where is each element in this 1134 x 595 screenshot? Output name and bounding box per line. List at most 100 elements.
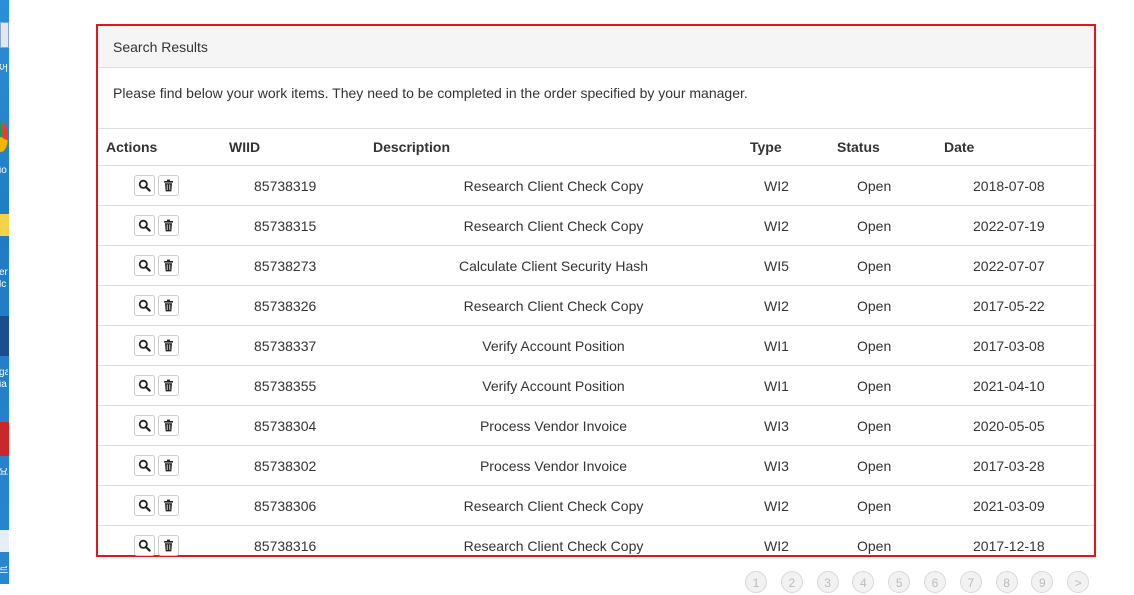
- delete-button[interactable]: [158, 455, 179, 476]
- desktop-icon[interactable]: [0, 316, 9, 360]
- pagination-page-button[interactable]: 6: [924, 571, 946, 593]
- table-row: 85738315 Research Client Check Copy WI2 Ope…: [98, 205, 1094, 246]
- view-button[interactable]: [134, 335, 155, 356]
- cell-description: Process Vendor Invoice: [365, 445, 742, 486]
- view-button[interactable]: [134, 455, 155, 476]
- cell-type: WI3: [742, 445, 829, 486]
- pagination-page-button[interactable]: 8: [995, 571, 1018, 593]
- cell-description: Verify Account Position: [365, 325, 742, 366]
- cell-wiid: 85738315: [221, 205, 365, 246]
- cell-description: Process Vendor Invoice: [365, 405, 742, 446]
- table-row: 85738273 Calculate Client Security Hash WI…: [98, 245, 1094, 286]
- view-button[interactable]: [134, 175, 155, 196]
- cell-status: Open: [829, 445, 936, 486]
- row-actions: [98, 165, 221, 206]
- cell-date: 2017-03-08: [936, 325, 1094, 366]
- desktop-icon-label: ia: [0, 380, 7, 390]
- pagination-page-button[interactable]: 1: [745, 571, 767, 593]
- delete-button[interactable]: [158, 375, 179, 396]
- panel-intro-text: Please find below your work items. They …: [98, 68, 1094, 129]
- cell-wiid: 85738319: [221, 165, 365, 206]
- desktop-icon[interactable]: [0, 118, 9, 158]
- search-results-panel: Search Results Please find below your wo…: [96, 24, 1096, 557]
- cell-wiid: 85738326: [221, 285, 365, 326]
- desktop-icon-label: ga: [0, 368, 8, 378]
- cell-wiid: 85738316: [254, 537, 317, 554]
- cell-date: 2020-05-05: [936, 405, 1094, 446]
- desktop-icon-label: 요: [0, 468, 8, 478]
- view-button[interactable]: [134, 255, 155, 276]
- panel-title: Search Results: [98, 26, 1094, 68]
- pagination-page-button[interactable]: 9: [1031, 571, 1054, 593]
- delete-button[interactable]: [158, 415, 179, 436]
- cell-status: Open: [829, 485, 936, 526]
- cell-wiid: 85738306: [221, 485, 365, 526]
- desktop-icon[interactable]: [0, 210, 9, 240]
- cell-status: Open: [829, 365, 936, 406]
- cell-description: Calculate Client Security Hash: [365, 245, 742, 286]
- row-actions: [98, 445, 221, 486]
- header-type: Type: [742, 129, 829, 166]
- row-actions: [98, 285, 221, 326]
- pagination-page-button[interactable]: 5: [888, 571, 911, 593]
- cell-type: WI5: [742, 245, 829, 286]
- view-button[interactable]: [134, 215, 155, 236]
- cell-description: Research Client Check Copy: [365, 165, 742, 206]
- cell-wiid: 85738304: [221, 405, 365, 446]
- delete-button[interactable]: [158, 255, 179, 276]
- desktop-icon-label: 어: [0, 64, 8, 74]
- desktop-icon[interactable]: [0, 526, 9, 556]
- view-button[interactable]: [134, 415, 155, 436]
- delete-button[interactable]: [158, 175, 179, 196]
- view-button[interactable]: [134, 375, 155, 396]
- cell-status: Open: [829, 205, 936, 246]
- cell-status: Open: [829, 245, 936, 286]
- cell-wiid: 85738302: [221, 445, 365, 486]
- view-button[interactable]: [134, 295, 155, 316]
- pagination-page-button[interactable]: 3: [816, 571, 839, 593]
- cell-description: Research Client Check Copy: [365, 485, 742, 526]
- table-row: 85738316 Research Client Check Copy WI2 Ope…: [98, 526, 1094, 566]
- row-actions: [98, 245, 221, 286]
- desktop-icon-label: lc: [0, 280, 7, 290]
- table-row: 85738306 Research Client Check Copy WI2 Ope…: [98, 485, 1094, 526]
- cell-wiid: 85738273: [221, 245, 365, 286]
- desktop-icon[interactable]: [0, 418, 9, 458]
- table-row: 85738302 Process Vendor Invoice WI3 Open 201…: [98, 445, 1094, 486]
- work-items-table: Actions WIID Description Type Status Dat…: [98, 129, 1094, 565]
- desktop-icon[interactable]: [0, 22, 9, 50]
- delete-button[interactable]: [158, 215, 179, 236]
- pagination-page-button[interactable]: 4: [852, 571, 875, 593]
- cell-type: WI2: [742, 205, 829, 246]
- header-wiid: WIID: [221, 129, 365, 166]
- table-row: 85738337 Verify Account Position WI1 Open 20…: [98, 325, 1094, 366]
- cell-type: WI2: [742, 165, 829, 206]
- row-actions: [98, 405, 221, 446]
- cell-status: Open: [829, 405, 936, 446]
- row-actions: [98, 526, 221, 566]
- cell-type: WI2: [764, 537, 789, 554]
- table-row: 85738304 Process Vendor Invoice WI3 Open 202…: [98, 405, 1094, 446]
- table-header-row: Actions WIID Description Type Status Dat…: [98, 129, 1094, 166]
- cell-status: Open: [829, 165, 936, 206]
- table-row: 85738355 Verify Account Position WI1 Open 20…: [98, 365, 1094, 406]
- desktop-background: 어 io er lc ga ia 요 르: [0, 0, 9, 584]
- pagination-page-button[interactable]: 2: [780, 571, 803, 593]
- delete-button[interactable]: [158, 495, 179, 516]
- cell-description: Research Client Check Copy: [365, 285, 742, 326]
- delete-button[interactable]: [158, 535, 179, 556]
- view-button[interactable]: [134, 535, 155, 556]
- cell-date: 2017-05-22: [936, 285, 1094, 326]
- delete-button[interactable]: [158, 295, 179, 316]
- delete-button[interactable]: [158, 335, 179, 356]
- row-actions: [98, 205, 221, 246]
- pagination-page-button[interactable]: 7: [959, 571, 982, 593]
- cell-description: Verify Account Position: [365, 365, 742, 406]
- cell-date: 2021-03-09: [936, 485, 1094, 526]
- desktop-icon-label: er: [0, 268, 8, 278]
- header-date: Date: [936, 129, 1094, 166]
- header-description: Description: [365, 129, 742, 166]
- view-button[interactable]: [134, 495, 155, 516]
- cell-type: WI1: [742, 365, 829, 406]
- pagination-next-button[interactable]: >: [1067, 571, 1090, 593]
